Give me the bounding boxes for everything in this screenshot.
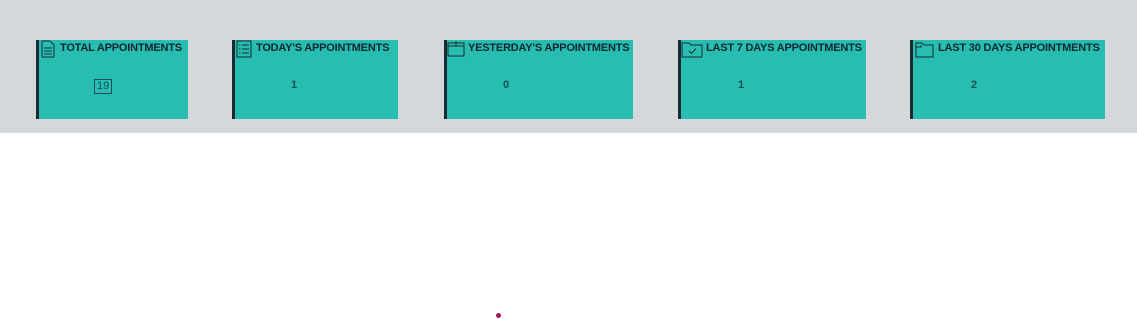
calendar-icon (447, 40, 465, 58)
card-title: TOTAL APPOINTMENTS (60, 42, 182, 54)
card-title: TODAY'S APPOINTMENTS (256, 42, 390, 54)
appointment-stats-bar: TOTAL APPOINTMENTS 19 TODAY'S APPOINTMEN… (0, 0, 1137, 133)
card-header: YESTERDAY'S APPOINTMENTS (447, 40, 630, 60)
card-value: 1 (291, 79, 298, 91)
document-icon (39, 40, 57, 58)
card-value: 1 (738, 79, 745, 91)
todays-appointments-card[interactable]: TODAY'S APPOINTMENTS 1 (232, 40, 398, 119)
card-title: LAST 30 DAYS APPOINTMENTS (938, 42, 1100, 54)
card-header: LAST 7 DAYS APPOINTMENTS (681, 40, 862, 60)
card-value: 0 (503, 79, 510, 91)
total-appointments-card[interactable]: TOTAL APPOINTMENTS 19 (36, 40, 188, 119)
folder-check-icon (681, 40, 703, 58)
card-header: LAST 30 DAYS APPOINTMENTS (913, 40, 1100, 60)
card-title: YESTERDAY'S APPOINTMENTS (468, 42, 630, 54)
folder-icon (913, 40, 935, 58)
yesterdays-appointments-card[interactable]: YESTERDAY'S APPOINTMENTS 0 (444, 40, 633, 119)
card-value: 2 (971, 79, 978, 91)
last-7-days-appointments-card[interactable]: LAST 7 DAYS APPOINTMENTS 1 (678, 40, 866, 119)
last-30-days-appointments-card[interactable]: LAST 30 DAYS APPOINTMENTS 2 (910, 40, 1105, 119)
card-title: LAST 7 DAYS APPOINTMENTS (706, 42, 862, 54)
mouse-cursor-dot (496, 313, 501, 318)
card-value: 19 (94, 79, 113, 94)
card-header: TOTAL APPOINTMENTS (39, 40, 182, 60)
list-icon (235, 40, 253, 58)
card-header: TODAY'S APPOINTMENTS (235, 40, 389, 60)
